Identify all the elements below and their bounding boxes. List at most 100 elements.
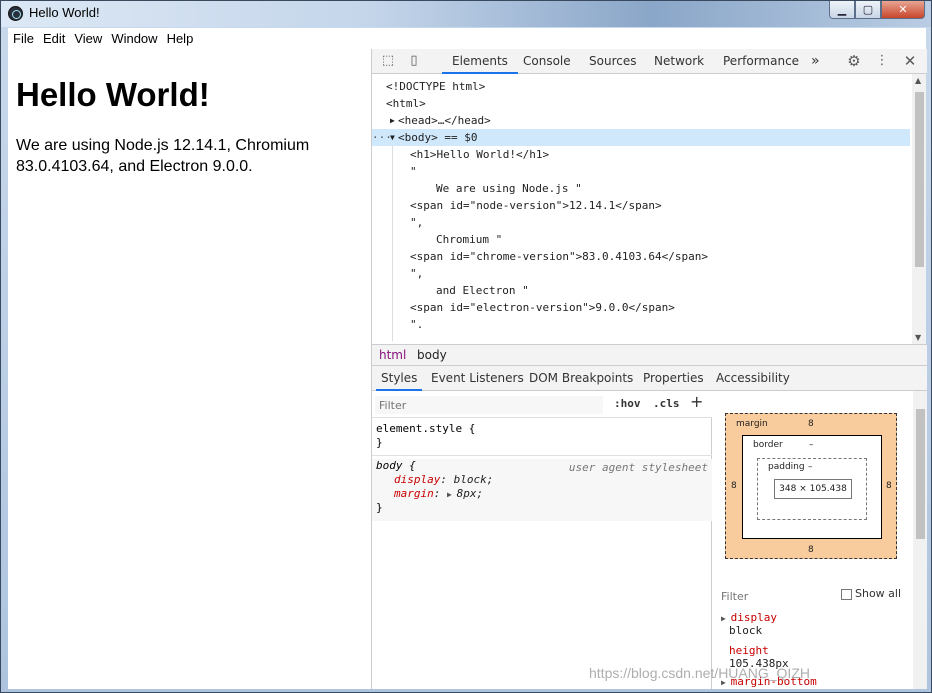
kebab-menu-icon[interactable]: ⋮ [874,53,890,69]
tab-network[interactable]: Network [654,49,704,74]
device-toolbar-icon[interactable]: ▯ [406,53,422,69]
box-model-padding[interactable]: padding – 348 × 105.438 [757,458,867,520]
scroll-down-arrow-icon[interactable]: ▼ [915,333,921,342]
close-devtools-icon[interactable]: ✕ [902,53,918,69]
styles-pane: :hov .cls + element.style { } body { use… [372,391,712,689]
scrollbar-thumb[interactable] [915,92,924,267]
display-value: block; [453,473,494,486]
dom-line-electron[interactable]: and Electron " [436,282,529,299]
title-bar[interactable]: Hello World! ▁ ▢ ✕ [1,1,931,27]
border-label: border [753,440,783,450]
tab-event-listeners[interactable]: Event Listeners [431,366,524,391]
tab-performance[interactable]: Performance [723,49,799,74]
dom-tree: <!DOCTYPE html> <html> ▶ <head>…</head> … [372,74,927,344]
maximize-button[interactable]: ▢ [855,1,881,19]
tab-elements[interactable]: Elements [442,49,518,74]
settings-gear-icon[interactable]: ⚙ [846,53,862,69]
devtools-tab-bar: ⬚ ▯ Elements Console Sources Network Per… [372,49,927,74]
menu-window[interactable]: Window [111,31,157,46]
margin-top-value: 8 [808,419,814,429]
styles-filter-bar: :hov .cls + [372,391,712,418]
dom-line-body[interactable]: <body> == $0 [398,129,477,146]
dom-line-comma-2[interactable]: ", [410,265,423,282]
expand-head-arrow-icon[interactable]: ▶ [390,112,395,129]
dom-line-doctype[interactable]: <!DOCTYPE html> [386,78,485,95]
page-content: Hello World! We are using Node.js 12.14.… [8,49,371,689]
margin-right-value: 8 [886,481,892,491]
show-all-checkbox[interactable]: Show all [841,587,901,600]
dom-line-period[interactable]: ". [410,316,423,333]
dom-line-comma[interactable]: ", [410,214,423,231]
element-style-selector: element.style { [376,422,476,435]
collapse-body-arrow-icon[interactable]: ▼ [390,129,395,146]
devtools-panel: ⬚ ▯ Elements Console Sources Network Per… [371,49,927,689]
dom-line-span-electron[interactable]: <span id="electron-version">9.0.0</span> [410,299,675,316]
tab-dom-breakpoints[interactable]: DOM Breakpoints [529,366,633,391]
tab-properties[interactable]: Properties [643,366,704,391]
styles-filter-input[interactable] [375,396,603,414]
expand-display-arrow-icon[interactable]: ▶ [721,614,731,623]
dom-line-span-node[interactable]: <span id="node-version">12.14.1</span> [410,197,662,214]
dom-line-text-quote[interactable]: " [410,163,417,180]
close-button[interactable]: ✕ [881,1,925,19]
menu-edit[interactable]: Edit [43,31,65,46]
body-ua-rule[interactable]: body { user agent stylesheet display: bl… [372,459,712,521]
border-top-value: – [809,440,814,450]
box-model-scrollbar[interactable] [913,391,927,689]
dom-tree-scrollbar[interactable]: ▲ ▼ [912,74,926,344]
node-ellipsis-icon[interactable]: ··· [372,129,392,146]
menu-view[interactable]: View [74,31,102,46]
scroll-up-arrow-icon[interactable]: ▲ [915,76,921,85]
cls-toggle[interactable]: .cls [653,397,680,410]
body-rule-close: } [376,501,383,514]
box-model-border[interactable]: border – padding – 348 × 105.438 [742,435,882,539]
styles-sub-tab-bar: Styles Event Listeners DOM Breakpoints P… [372,366,927,391]
padding-label: padding [768,462,805,472]
breadcrumb-body[interactable]: body [417,348,447,362]
indent-guide [392,146,393,341]
margin-prop: margin [394,487,434,500]
app-window: Hello World! ▁ ▢ ✕ File Edit View Window… [0,0,932,693]
hov-toggle[interactable]: :hov [614,397,641,410]
more-tabs-button[interactable]: » [811,49,820,74]
expand-margin-arrow-icon[interactable]: ▶ [447,490,457,499]
margin-left-value: 8 [731,481,737,491]
tab-accessibility[interactable]: Accessibility [716,366,790,391]
breadcrumb-html[interactable]: html [379,348,406,362]
dom-line-text-node[interactable]: We are using Node.js " [436,180,582,197]
window-controls: ▁ ▢ ✕ [829,1,925,19]
box-model-scrollbar-thumb[interactable] [916,409,925,539]
client-area: Hello World! We are using Node.js 12.14.… [8,49,927,689]
computed-height-name: height [729,644,769,657]
box-model-pane: margin 8 8 8 8 border – padding – 348 × … [713,391,927,689]
box-model-content[interactable]: 348 × 105.438 [774,479,852,499]
show-all-label: Show all [855,587,902,600]
dom-line-head[interactable]: <head>…</head> [398,112,491,129]
menu-help[interactable]: Help [167,31,194,46]
computed-display-name: display [730,611,777,624]
checkbox-icon[interactable] [841,588,852,600]
watermark-text: https://blog.csdn.net/HUANG_QIZH [589,665,810,681]
computed-display-value: block [729,624,763,637]
box-model-margin[interactable]: margin 8 8 8 8 border – padding – 348 × … [725,413,897,559]
new-rule-plus-icon[interactable]: + [690,392,703,411]
dom-line-h1[interactable]: <h1>Hello World!</h1> [410,146,549,163]
tab-console[interactable]: Console [523,49,571,74]
inspect-element-icon[interactable]: ⬚ [380,53,396,69]
window-title: Hello World! [29,5,100,20]
dom-line-chromium[interactable]: Chromium " [436,231,502,248]
page-heading: Hello World! [16,76,210,113]
dom-line-html[interactable]: <html> [386,95,426,112]
menu-bar: File Edit View Window Help [8,28,926,49]
computed-row-display[interactable]: ▶ display block [721,611,921,637]
element-style-close: } [376,436,383,449]
version-paragraph: We are using Node.js 12.14.1, Chromium 8… [16,137,310,176]
margin-value: 8px; [456,487,484,500]
element-style-rule[interactable]: element.style { } [372,422,712,450]
menu-file[interactable]: File [13,31,34,46]
tab-styles[interactable]: Styles [376,366,423,391]
dom-line-span-chrome[interactable]: <span id="chrome-version">83.0.4103.64</… [410,248,708,265]
tab-sources[interactable]: Sources [589,49,636,74]
rule-divider [372,455,712,456]
minimize-button[interactable]: ▁ [829,1,855,19]
